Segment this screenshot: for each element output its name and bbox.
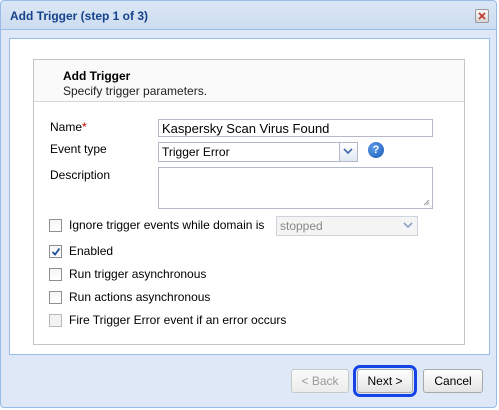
form-header-title: Add Trigger [63,69,131,83]
cancel-button[interactable]: Cancel [423,369,483,393]
close-button[interactable] [475,9,489,23]
trigger-form-panel: Add Trigger Specify trigger parameters. … [33,59,465,345]
run-actions-async-checkbox[interactable] [49,291,62,304]
enabled-checkbox[interactable] [49,245,62,258]
dialog-body: Add Trigger Specify trigger parameters. … [9,38,490,355]
chevron-down-icon [343,148,353,155]
run-trigger-async-checkbox[interactable] [49,268,62,281]
domain-state-select[interactable]: stopped [276,216,418,236]
dialog-title: Add Trigger (step 1 of 3) [10,9,149,23]
domain-state-value: stopped [280,219,323,233]
fire-error-checkbox[interactable] [49,314,62,327]
chevron-down-icon [403,222,413,229]
fire-error-label: Fire Trigger Error event if an error occ… [69,313,287,327]
help-icon[interactable]: ? [368,142,384,158]
back-button[interactable]: < Back [291,369,349,393]
description-label: Description [50,168,111,182]
form-header-subtitle: Specify trigger parameters. [63,84,208,98]
event-type-dropdown-trigger[interactable] [339,143,357,161]
domain-state-dropdown-trigger[interactable] [399,217,417,235]
resize-grip-icon[interactable] [423,199,430,206]
run-trigger-async-label: Run trigger asynchronous [69,267,207,281]
event-type-select[interactable]: Trigger Error [158,142,358,162]
event-type-value: Trigger Error [162,145,230,159]
ignore-trigger-checkbox[interactable] [49,219,62,232]
event-type-label: Event type [50,142,107,156]
check-icon [51,247,61,256]
enabled-label: Enabled [69,244,114,258]
ignore-trigger-label: Ignore trigger events while domain is [69,218,265,232]
description-textarea[interactable] [158,167,433,209]
close-icon [478,12,486,20]
dialog-titlebar[interactable]: Add Trigger (step 1 of 3) [1,1,496,30]
required-marker: * [82,120,87,134]
name-input[interactable] [158,119,433,137]
name-label: Name* [50,120,87,134]
next-button[interactable]: Next > [353,365,417,397]
form-header: Add Trigger Specify trigger parameters. [34,60,464,102]
run-actions-async-label: Run actions asynchronous [69,290,211,304]
add-trigger-dialog: Add Trigger (step 1 of 3) Add Trigger Sp… [0,0,497,408]
